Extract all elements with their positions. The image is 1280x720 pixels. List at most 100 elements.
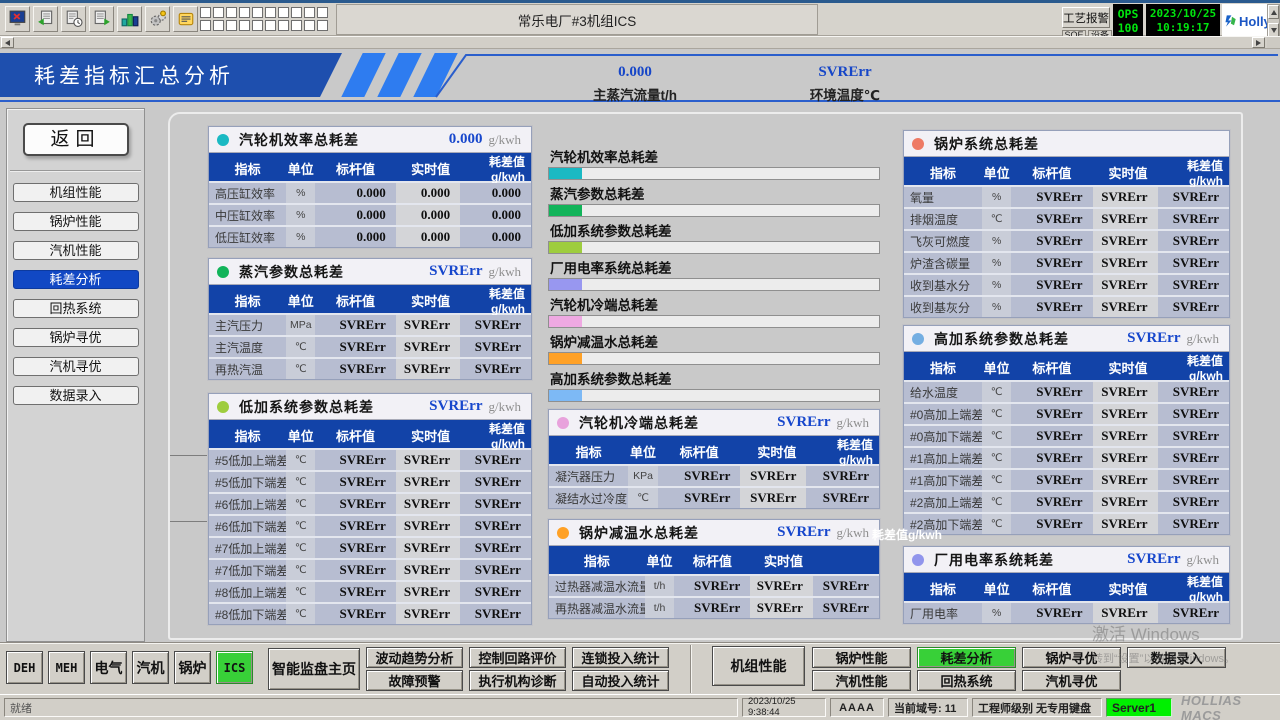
indicator-box[interactable] xyxy=(317,7,328,18)
indicator-box[interactable] xyxy=(226,20,237,31)
table-row: 厂用电率%SVRErrSVRErrSVRErr xyxy=(904,603,1229,623)
horizontal-scrollbar[interactable] xyxy=(0,36,1280,49)
cell-value: % xyxy=(982,603,1011,623)
indicator-box[interactable] xyxy=(239,20,250,31)
process-alarm-button[interactable]: 工艺报警 xyxy=(1062,7,1110,28)
sidebar-item[interactable]: 机组性能 xyxy=(13,183,139,202)
perf-button[interactable]: 汽机寻优 xyxy=(1022,670,1121,691)
monitor-icon[interactable] xyxy=(5,6,30,32)
table-row: #0高加上端差℃SVRErrSVRErrSVRErr xyxy=(904,404,1229,424)
perf-grid: 锅炉性能耗差分析锅炉寻优数据录入汽机性能回热系统汽机寻优 xyxy=(812,647,1226,691)
table-total-value: SVRErr xyxy=(429,263,482,280)
system-tab[interactable]: DEH xyxy=(6,651,43,684)
scroll-left-arrow[interactable] xyxy=(1,37,14,48)
sidebar-item[interactable]: 锅炉寻优 xyxy=(13,328,139,347)
indicator-box[interactable] xyxy=(304,7,315,18)
system-tab[interactable]: MEH xyxy=(48,651,85,684)
table-title: 蒸汽参数总耗差SVRErrg/kwh xyxy=(209,259,531,285)
gears-icon[interactable] xyxy=(145,6,170,32)
indicator-box[interactable] xyxy=(226,7,237,18)
indicator-box[interactable] xyxy=(304,20,315,31)
diag-button[interactable]: 自动投入统计 xyxy=(572,670,669,691)
system-tab[interactable]: ICS xyxy=(216,651,253,684)
sidebar-item[interactable]: 数据录入 xyxy=(13,386,139,405)
indicator-box[interactable] xyxy=(200,20,211,31)
diag-button[interactable]: 连锁投入统计 xyxy=(572,647,669,668)
table-title: 锅炉系统总耗差 xyxy=(904,131,1229,157)
sidebar-item[interactable]: 锅炉性能 xyxy=(13,212,139,231)
row-label: 低压缸效率 xyxy=(209,227,286,247)
indicator-box[interactable] xyxy=(239,7,250,18)
indicator-box[interactable] xyxy=(291,7,302,18)
status-brand: HOLLIAS MACS xyxy=(1176,698,1276,717)
system-tab[interactable]: 电气 xyxy=(90,651,127,684)
indicator-box[interactable] xyxy=(252,20,263,31)
diag-button[interactable]: 执行机构诊断 xyxy=(469,670,566,691)
cell-value: 0.000 xyxy=(396,205,460,225)
table-total-value: SVRErr xyxy=(429,398,482,415)
report-clock-icon[interactable] xyxy=(61,6,86,32)
indicator-box[interactable] xyxy=(265,20,276,31)
perf-button[interactable]: 锅炉性能 xyxy=(812,647,911,668)
sidebar-item[interactable]: 回热系统 xyxy=(13,299,139,318)
system-tab[interactable]: 锅炉 xyxy=(174,651,211,684)
cell-value: SVRErr xyxy=(396,538,460,558)
deviation-bar-group: 低加系统参数总耗差 xyxy=(548,224,880,254)
back-button[interactable]: 返回 xyxy=(23,123,129,156)
sidebar-divider xyxy=(10,170,141,171)
perf-button[interactable]: 回热系统 xyxy=(917,670,1016,691)
cell-value: SVRErr xyxy=(806,488,879,508)
indicator-box[interactable] xyxy=(213,20,224,31)
indicator-box[interactable] xyxy=(278,20,289,31)
diag-button[interactable]: 控制回路评价 xyxy=(469,647,566,668)
hollysys-logo: HollySys xyxy=(1222,4,1267,38)
cell-value: ℃ xyxy=(982,448,1011,468)
doc-forward-icon[interactable] xyxy=(89,6,114,32)
system-tab[interactable]: 汽机 xyxy=(132,651,169,684)
indicator-box[interactable] xyxy=(213,7,224,18)
perf-button[interactable]: 锅炉寻优 xyxy=(1022,647,1121,668)
toolbar-icons xyxy=(5,6,198,32)
notes-icon[interactable] xyxy=(173,6,198,32)
table-header-row: 指标单位标杆值实时值耗差值g/kwh xyxy=(209,153,531,181)
export-doc-icon[interactable] xyxy=(33,6,58,32)
diag-button[interactable]: 波动趋势分析 xyxy=(366,647,463,668)
unit-performance-button[interactable]: 机组性能 xyxy=(712,646,805,686)
sidebar-item[interactable]: 汽机性能 xyxy=(13,241,139,260)
col-header: 标杆值 xyxy=(315,426,396,445)
indicator-box[interactable] xyxy=(265,7,276,18)
cell-value: SVRErr xyxy=(460,538,531,558)
col-header: 指标 xyxy=(209,426,286,445)
indicator-box[interactable] xyxy=(278,7,289,18)
panel-tick-line xyxy=(170,521,207,522)
smart-monitor-home-button[interactable]: 智能监盘主页 xyxy=(268,648,360,690)
indicator-box[interactable] xyxy=(317,20,328,31)
table-total-unit: g/kwh xyxy=(1187,552,1220,568)
col-header: 标杆值 xyxy=(1011,358,1092,377)
column-left: 汽轮机效率总耗差0.000g/kwh指标单位标杆值实时值耗差值g/kwh高压缸效… xyxy=(208,126,532,625)
sidebar-item[interactable]: 耗差分析 xyxy=(13,270,139,289)
toolbar-scrollbar[interactable] xyxy=(1267,4,1280,38)
sidebar-item[interactable]: 汽机寻优 xyxy=(13,357,139,376)
row-label: #1高加上端差 xyxy=(904,448,982,468)
table-total-value: SVRErr xyxy=(777,414,830,431)
perf-button[interactable]: 耗差分析 xyxy=(917,647,1016,668)
col-header: 单位 xyxy=(286,426,315,445)
chart-blocks-icon[interactable] xyxy=(117,6,142,32)
cell-value: SVRErr xyxy=(460,604,531,624)
scroll-right-arrow[interactable] xyxy=(1252,37,1265,48)
perf-button[interactable]: 数据录入 xyxy=(1127,647,1226,668)
sidebar: 返回 机组性能锅炉性能汽机性能耗差分析回热系统锅炉寻优汽机寻优数据录入 xyxy=(6,108,145,642)
diag-button[interactable]: 故障预警 xyxy=(366,670,463,691)
scroll-up-arrow[interactable] xyxy=(1268,5,1279,19)
indicator-box[interactable] xyxy=(200,7,211,18)
indicator-box[interactable] xyxy=(291,20,302,31)
table-title-text: 汽轮机冷端总耗差 xyxy=(579,413,699,433)
col-header: 标杆值 xyxy=(1011,163,1092,182)
bar-track xyxy=(548,352,880,365)
indicator-box[interactable] xyxy=(252,7,263,18)
status-server-badge: Server1 xyxy=(1106,698,1172,717)
scroll-down-arrow[interactable] xyxy=(1268,23,1279,37)
row-label: #7低加上端差 xyxy=(209,538,286,558)
perf-button[interactable]: 汽机性能 xyxy=(812,670,911,691)
